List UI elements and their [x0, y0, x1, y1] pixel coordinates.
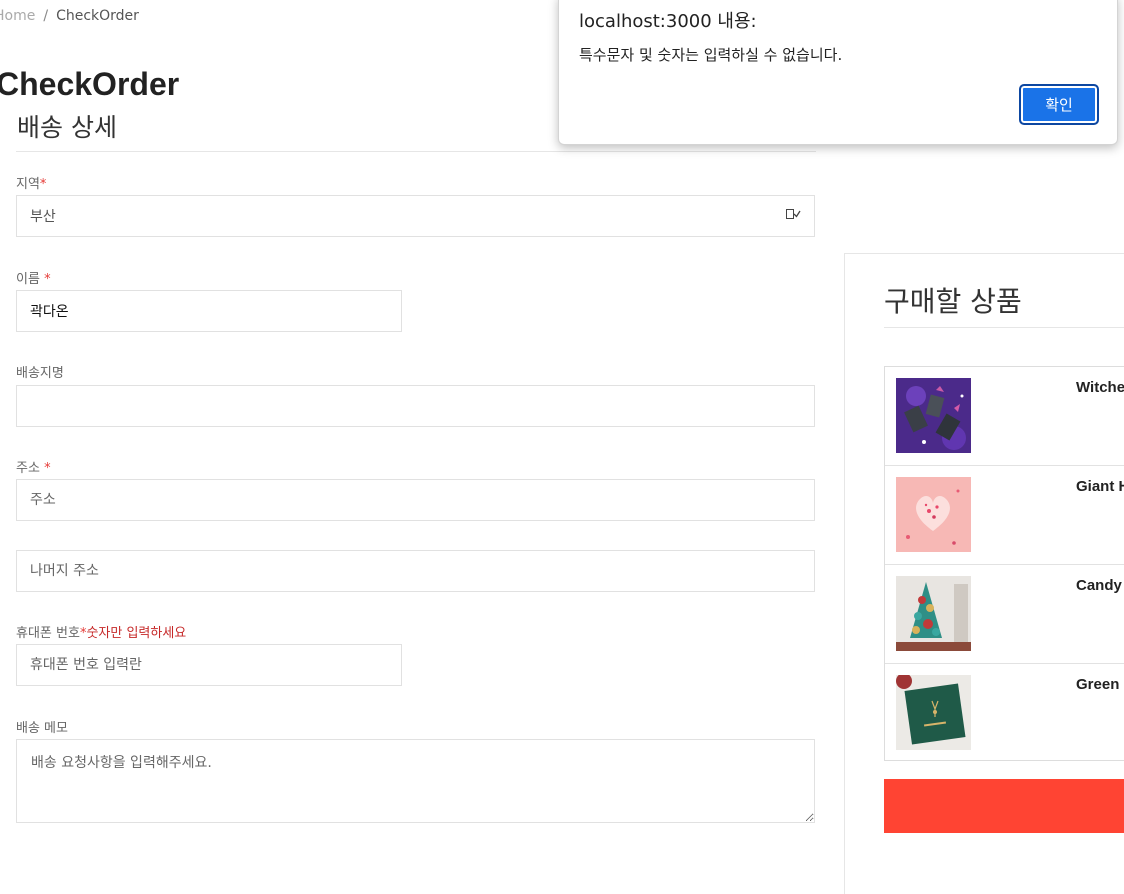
destination-name-label: 배송지명 — [16, 366, 64, 381]
product-item[interactable]: Giant H — [885, 466, 1124, 565]
product-item[interactable]: Green I — [885, 664, 1124, 760]
dropdown-icon — [786, 208, 801, 225]
address-label: 주소 * — [16, 461, 51, 476]
phone-hint: 숫자만 입력하세요 — [86, 626, 187, 641]
required-mark: * — [39, 177, 47, 192]
christmas-tree-photo-icon — [896, 576, 971, 651]
phone-label: 휴대폰 번호*숫자만 입력하세요 — [16, 626, 187, 641]
product-item[interactable]: Candy — [885, 565, 1124, 664]
section-divider — [16, 151, 816, 152]
product-list: Witche Giant H Candy Green I — [884, 366, 1124, 761]
shipping-section-title: 배송 상세 — [17, 113, 117, 142]
product-name: Witche — [1076, 379, 1124, 396]
alert-origin: localhost:3000 내용: — [579, 11, 757, 32]
green-card-photo-icon — [896, 673, 971, 750]
alert-message: 특수문자 및 숫자는 입력하실 수 없습니다. — [579, 46, 843, 64]
required-mark: * — [44, 461, 51, 476]
breadcrumb-home-link[interactable]: Home — [0, 8, 35, 24]
name-label: 이름 * — [16, 272, 51, 287]
address-input[interactable] — [16, 479, 815, 521]
address-detail-input[interactable] — [16, 550, 815, 592]
product-name: Candy — [1076, 577, 1122, 594]
product-item[interactable]: Witche — [885, 367, 1124, 466]
memo-textarea[interactable] — [16, 739, 815, 823]
memo-label: 배송 메모 — [16, 721, 68, 736]
witch-cups-photo-icon — [896, 378, 971, 453]
alert-ok-button[interactable]: 확인 — [1019, 84, 1099, 125]
product-name: Giant H — [1076, 478, 1124, 495]
phone-input[interactable] — [16, 644, 402, 686]
destination-name-input[interactable] — [16, 385, 815, 427]
alert-dialog: localhost:3000 내용: 특수문자 및 숫자는 입력하실 수 없습니… — [558, 0, 1118, 145]
region-select-value: 부산 — [30, 209, 56, 225]
name-input[interactable] — [16, 290, 402, 332]
breadcrumb-separator: / — [43, 8, 49, 24]
order-summary-title: 구매할 상품 — [884, 285, 1022, 318]
breadcrumb: Home / CheckOrder — [0, 8, 139, 24]
product-name: Green I — [1076, 676, 1124, 693]
page-title: CheckOrder — [0, 66, 180, 102]
order-button[interactable] — [884, 779, 1124, 833]
breadcrumb-current: CheckOrder — [56, 8, 139, 24]
required-mark: * — [44, 272, 51, 287]
summary-divider — [884, 327, 1124, 328]
region-select[interactable]: 부산 — [16, 195, 815, 237]
region-label: 지역* — [16, 177, 47, 192]
heart-balloon-photo-icon — [896, 477, 971, 552]
